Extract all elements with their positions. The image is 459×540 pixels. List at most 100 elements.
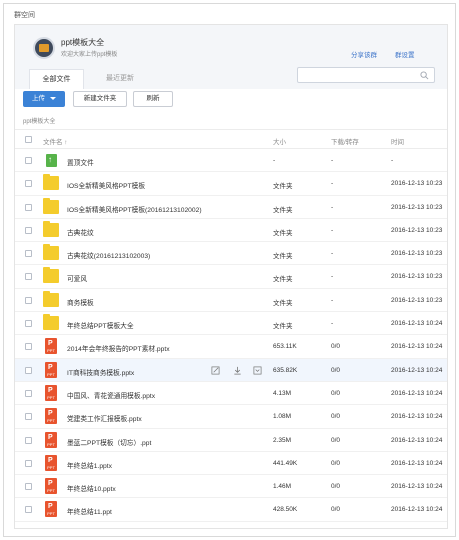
file-name[interactable]: 可爱风 bbox=[67, 273, 87, 283]
file-name[interactable]: IOS全新精美风格PPT模板(20161213102002) bbox=[67, 204, 202, 214]
folder-icon bbox=[43, 290, 59, 307]
download-count: - bbox=[331, 320, 334, 328]
folder-icon bbox=[43, 244, 59, 261]
file-name[interactable]: 商务模板 bbox=[67, 297, 94, 307]
table-row[interactable]: PPT 年终总结10.pptx 1.46M 0/0 2016-12-13 10:24 bbox=[15, 475, 447, 499]
file-time: 2016-12-13 10:23 bbox=[391, 203, 443, 211]
edit-icon[interactable] bbox=[211, 366, 220, 375]
ppt-file-icon: PPT bbox=[45, 361, 57, 378]
upload-button[interactable]: 上传 bbox=[23, 91, 65, 107]
table-row[interactable]: 古典花纹 文件夹 - 2016-12-13 10:23 bbox=[15, 219, 447, 243]
file-name[interactable]: 古典花纹(20161213102003) bbox=[67, 250, 150, 260]
row-checkbox[interactable] bbox=[25, 506, 32, 514]
table-row[interactable]: 古典花纹(20161213102003) 文件夹 - 2016-12-13 10:23 bbox=[15, 242, 447, 266]
ppt-file-icon: PPT bbox=[45, 501, 57, 518]
chevron-down-icon bbox=[50, 96, 56, 100]
download-count: 0/0 bbox=[331, 389, 341, 397]
file-name[interactable]: 古典花纹 bbox=[67, 227, 94, 237]
file-name[interactable]: 年终总结1.pptx bbox=[67, 460, 112, 470]
file-time: 2016-12-13 10:24 bbox=[391, 366, 443, 374]
column-name[interactable]: 文件名 ↑ bbox=[43, 136, 68, 146]
file-name[interactable]: IOS全新精美风格PPT模板 bbox=[67, 180, 145, 190]
file-name[interactable]: 年终总结11.ppt bbox=[67, 506, 112, 516]
file-size: 文件夹 bbox=[273, 323, 293, 331]
search-input[interactable] bbox=[297, 67, 435, 83]
row-checkbox[interactable] bbox=[25, 226, 32, 234]
table-row[interactable]: 置顶文件 - - - bbox=[15, 149, 447, 173]
table-row[interactable]: PPT 中国风、青花瓷通用模板.pptx 4.13M 0/0 2016-12-13 10… bbox=[15, 382, 447, 406]
file-name[interactable]: 墨蓝二PPT模板（切忘）.ppt bbox=[67, 437, 151, 447]
share-group-link[interactable]: 分享该群 bbox=[351, 49, 377, 59]
row-checkbox[interactable] bbox=[25, 343, 32, 351]
table-row[interactable]: PPT 墨蓝二PPT模板（切忘）.ppt 2.35M 0/0 2016-12-13 10… bbox=[15, 429, 447, 452]
download-count: - bbox=[331, 250, 334, 258]
refresh-button[interactable]: 刷新 bbox=[133, 91, 173, 107]
table-row[interactable]: PPT 党建类工作汇报模板.pptx 1.08M 0/0 2016-12-13 10:2… bbox=[15, 405, 447, 429]
tab-all-files[interactable]: 全部文件 bbox=[29, 69, 84, 89]
tab-recent[interactable]: 最近更新 bbox=[91, 69, 149, 89]
file-name[interactable]: 2014年会年终报告的PPT素材.pptx bbox=[67, 343, 170, 353]
download-count: - bbox=[331, 203, 334, 211]
file-name[interactable]: 党建类工作汇报模板.pptx bbox=[67, 413, 142, 423]
table-row[interactable]: IOS全新精美风格PPT模板 文件夹 - 2016-12-13 10:23 bbox=[15, 172, 447, 196]
table-row[interactable]: 可爱风 文件夹 - 2016-12-13 10:23 bbox=[15, 265, 447, 289]
file-name[interactable]: 年终总结PPT模板大全 bbox=[67, 320, 134, 330]
row-checkbox[interactable] bbox=[25, 157, 32, 164]
column-time: 时间 bbox=[391, 139, 404, 146]
ppt-file-icon: PPT bbox=[45, 478, 57, 495]
file-size: 文件夹 bbox=[273, 276, 293, 284]
group-panel: ppt模板大全 欢迎大家上传ppt模板 分享该群 群设置 全部文件 最近更新 上… bbox=[14, 24, 448, 529]
select-all-checkbox[interactable] bbox=[25, 136, 32, 143]
file-name[interactable]: 置顶文件 bbox=[67, 157, 94, 167]
table-row[interactable]: 商务模板 文件夹 - 2016-12-13 10:23 bbox=[15, 289, 447, 313]
row-checkbox[interactable] bbox=[25, 320, 32, 328]
table-row[interactable]: 年终总结PPT模板大全 文件夹 - 2016-12-13 10:24 bbox=[15, 312, 447, 336]
row-checkbox[interactable] bbox=[25, 250, 32, 258]
row-checkbox[interactable] bbox=[25, 459, 32, 467]
table-row[interactable]: PPT IT商科技商务模板.pptx 635.82K 0/0 2016-12-13 10… bbox=[15, 358, 447, 382]
ppt-file-icon: PPT bbox=[45, 338, 57, 355]
download-count: 0/0 bbox=[331, 506, 341, 514]
file-name[interactable]: IT商科技商务模板.pptx bbox=[67, 367, 134, 377]
row-checkbox[interactable] bbox=[25, 436, 32, 444]
search-icon[interactable] bbox=[420, 71, 429, 80]
file-name[interactable]: 中国风、青花瓷通用模板.pptx bbox=[67, 390, 155, 400]
row-checkbox[interactable] bbox=[25, 296, 32, 304]
group-settings-link[interactable]: 群设置 bbox=[395, 49, 415, 59]
group-description: 欢迎大家上传ppt模板 bbox=[61, 52, 118, 58]
download-icon[interactable] bbox=[233, 366, 242, 375]
table-row[interactable]: PPT 年终总结11.ppt 428.50K 0/0 2016-12-13 10:24 bbox=[15, 498, 447, 522]
breadcrumb[interactable]: ppt模板大全 bbox=[23, 116, 55, 125]
row-checkbox[interactable] bbox=[25, 413, 32, 421]
row-checkbox[interactable] bbox=[25, 389, 32, 397]
file-size: 1.08M bbox=[273, 413, 292, 421]
folder-icon bbox=[43, 314, 59, 331]
file-name[interactable]: 年终总结10.pptx bbox=[67, 483, 116, 493]
ppt-file-icon: PPT bbox=[45, 454, 57, 471]
file-size: 文件夹 bbox=[273, 299, 293, 307]
table-row[interactable]: IOS全新精美风格PPT模板(20161213102002) 文件夹 - 2016-1… bbox=[15, 196, 447, 219]
file-time: - bbox=[391, 157, 394, 164]
download-count: 0/0 bbox=[331, 459, 341, 467]
file-size: 1.46M bbox=[273, 483, 292, 491]
ppt-file-icon: PPT bbox=[45, 384, 57, 401]
group-header: ppt模板大全 欢迎大家上传ppt模板 分享该群 群设置 全部文件 最近更新 bbox=[15, 25, 447, 89]
file-time: 2016-12-13 10:23 bbox=[391, 226, 443, 234]
row-checkbox[interactable] bbox=[25, 273, 32, 281]
save-to-disk-icon[interactable] bbox=[253, 366, 262, 375]
row-checkbox[interactable] bbox=[25, 203, 32, 211]
pin-icon bbox=[46, 154, 57, 167]
row-checkbox[interactable] bbox=[25, 366, 32, 374]
file-time: 2016-12-13 10:23 bbox=[391, 180, 443, 188]
download-count: - bbox=[331, 296, 334, 304]
table-row[interactable]: PPT 年终总结1.pptx 441.49K 0/0 2016-12-13 10:24 bbox=[15, 452, 447, 476]
group-avatar bbox=[33, 37, 55, 59]
file-size: 635.82K bbox=[273, 366, 298, 374]
row-checkbox[interactable] bbox=[25, 180, 32, 188]
table-row[interactable]: PPT 2014年会年终报告的PPT素材.pptx 653.11K 0/0 2016-1… bbox=[15, 335, 447, 359]
row-checkbox[interactable] bbox=[25, 483, 32, 491]
ppt-file-icon: PPT bbox=[45, 408, 57, 425]
new-folder-button[interactable]: 新建文件夹 bbox=[73, 91, 127, 107]
window-title: 群空间 bbox=[14, 12, 35, 19]
download-count: 0/0 bbox=[331, 366, 341, 374]
